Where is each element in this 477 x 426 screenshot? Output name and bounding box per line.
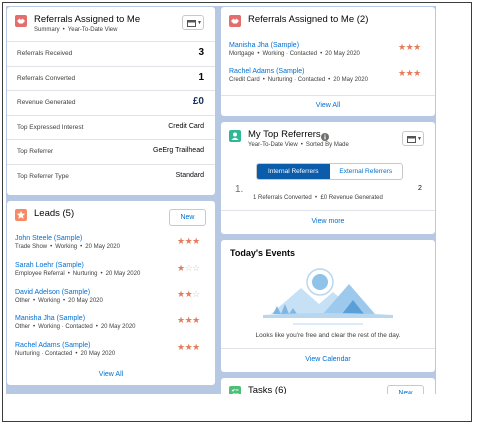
chevron-down-icon: ▼ (197, 20, 202, 26)
view-dropdown-button[interactable]: ▼ (182, 15, 204, 30)
star-filled-icon: ★ (192, 236, 200, 246)
referrer-summary: 1 Referrals Converted • £0 Revenue Gener… (253, 195, 383, 201)
list-item: Sarah Loehr (Sample) Employee Referral • N… (15, 262, 140, 277)
events-title: Today's Events (230, 248, 295, 258)
person-badge-icon (229, 130, 241, 142)
stat-row: Top Referrer Type Standard (7, 163, 215, 189)
view-more-link[interactable]: View more (221, 210, 435, 234)
lead-name-link[interactable]: Manisha Jha (Sample) (15, 315, 136, 322)
referrals-summary-card: Referrals Assigned to Me Summary • Year-To… (7, 7, 215, 195)
info-icon[interactable] (321, 133, 329, 141)
stat-row: Top Expressed Interest Credit Card (7, 114, 215, 140)
card-title: Referrals Assigned to Me (34, 14, 141, 25)
camping-illustration (263, 268, 393, 325)
lead-name-link[interactable]: Sarah Loehr (Sample) (15, 262, 140, 269)
view-all-link[interactable]: View All (7, 367, 215, 385)
calendar-icon (187, 20, 196, 27)
star-filled-icon: ★ (413, 42, 421, 52)
item-meta: Trade Show • Working • 20 May 2020 (15, 244, 120, 250)
item-meta: Employee Referral • Nurturing • 20 May 2020 (15, 271, 141, 277)
card-subtitle: Year-To-Date View • Sorted By Made (248, 142, 349, 148)
star-rating: ★★★ (177, 316, 200, 325)
card-title: Referrals Assigned to Me (2) (248, 14, 369, 25)
handshake-icon (15, 15, 27, 27)
new-task-button[interactable]: New (387, 385, 424, 394)
card-subtitle: Summary • Year-To-Date View (34, 27, 118, 33)
referrer-count: 2 (418, 185, 422, 192)
stat-row: Top Referrer GeErg Trailhead (7, 139, 215, 164)
chevron-down-icon: ▼ (417, 136, 422, 142)
list-item: John Steele (Sample) Trade Show • Working •… (15, 235, 120, 250)
item-meta: Credit Card • Nurturing · Contacted • 20 May… (229, 77, 368, 83)
item-meta: Other • Working • 20 May 2020 (15, 298, 103, 304)
screenshot-frame: Referrals Assigned to Me Summary • Year-To… (2, 2, 472, 422)
view-dropdown-button[interactable]: ▼ (402, 131, 424, 146)
card-title: My Top Referrers (248, 129, 321, 140)
dashboard: Referrals Assigned to Me Summary • Year-To… (6, 6, 436, 394)
list-item: Manisha Jha (Sample) Mortgage • Working · … (229, 42, 360, 57)
star-filled-icon: ★ (177, 236, 185, 246)
star-filled-icon: ★ (177, 289, 185, 299)
handshake-icon (229, 15, 241, 27)
referrer-tabs: Internal Referrers External Referrers (256, 163, 403, 180)
star-filled-icon: ★ (177, 342, 185, 352)
star-filled-icon: ★ (177, 315, 185, 325)
item-meta: Nurturing · Contacted • 20 May 2020 (15, 351, 116, 357)
star-filled-icon: ★ (413, 68, 421, 78)
item-meta: Other • Working · Contacted • 20 May 2020 (15, 324, 136, 330)
card-title: Leads (5) (34, 208, 75, 219)
view-calendar-link[interactable]: View Calendar (221, 348, 435, 372)
events-empty-message: Looks like you're free and clear the res… (255, 332, 401, 339)
list-item: Rachel Adams (Sample) Nurturing · Contac… (15, 342, 115, 357)
lead-name-link[interactable]: David Adelson (Sample) (15, 289, 103, 296)
new-lead-button[interactable]: New (169, 209, 206, 226)
card-title: Tasks (6) (248, 385, 287, 394)
referrals-list-card: Referrals Assigned to Me (2) Manisha Jha… (221, 7, 435, 116)
star-rating: ★★★ (177, 343, 200, 352)
list-item: Rachel Adams (Sample) Credit Card • Nurtur… (229, 68, 368, 83)
stat-row: Referrals Converted 1 (7, 65, 215, 91)
star-rating: ★★☆ (177, 290, 200, 299)
star-filled-icon: ★ (192, 315, 200, 325)
item-meta: Mortgage • Working · Contacted • 20 May 2020 (229, 51, 360, 57)
star-rating: ★☆☆ (177, 264, 200, 273)
star-filled-icon: ★ (192, 342, 200, 352)
star-rating: ★★★ (398, 69, 421, 78)
tab-internal-referrers[interactable]: Internal Referrers (257, 164, 330, 179)
referral-name-link[interactable]: Rachel Adams (Sample) (229, 68, 368, 75)
referral-name-link[interactable]: Manisha Jha (Sample) (229, 42, 360, 49)
star-filled-icon: ★ (398, 68, 406, 78)
tab-external-referrers[interactable]: External Referrers (330, 164, 403, 179)
star-empty-icon: ☆ (192, 263, 200, 273)
stat-row: Revenue Generated £0 (7, 90, 215, 115)
events-card: Today's Events Looks like you're free an… (221, 240, 435, 372)
stat-row: Referrals Received 3 (7, 41, 215, 66)
checklist-icon (229, 386, 241, 394)
lead-name-link[interactable]: Rachel Adams (Sample) (15, 342, 115, 349)
star-rating: ★★★ (177, 237, 200, 246)
star-filled-icon: ★ (177, 263, 185, 273)
leads-card: Leads (5) New John Steele (Sample) Trade… (7, 201, 215, 385)
calendar-icon (407, 136, 416, 143)
top-referrers-card: My Top Referrers Year-To-Date View • Sorte… (221, 122, 435, 234)
page-bottom (3, 394, 471, 421)
star-filled-icon: ★ (398, 42, 406, 52)
star-rating: ★★★ (398, 43, 421, 52)
view-all-link[interactable]: View All (221, 95, 435, 116)
tasks-card: Tasks (6) New (221, 378, 435, 394)
list-item: David Adelson (Sample) Other • Working • 20 … (15, 289, 103, 304)
referrer-rank: 1. (235, 184, 244, 195)
star-empty-icon: ☆ (192, 289, 200, 299)
lead-name-link[interactable]: John Steele (Sample) (15, 235, 120, 242)
list-item: Manisha Jha (Sample) Other • Working · Con… (15, 315, 136, 330)
star-badge-icon (15, 209, 27, 221)
